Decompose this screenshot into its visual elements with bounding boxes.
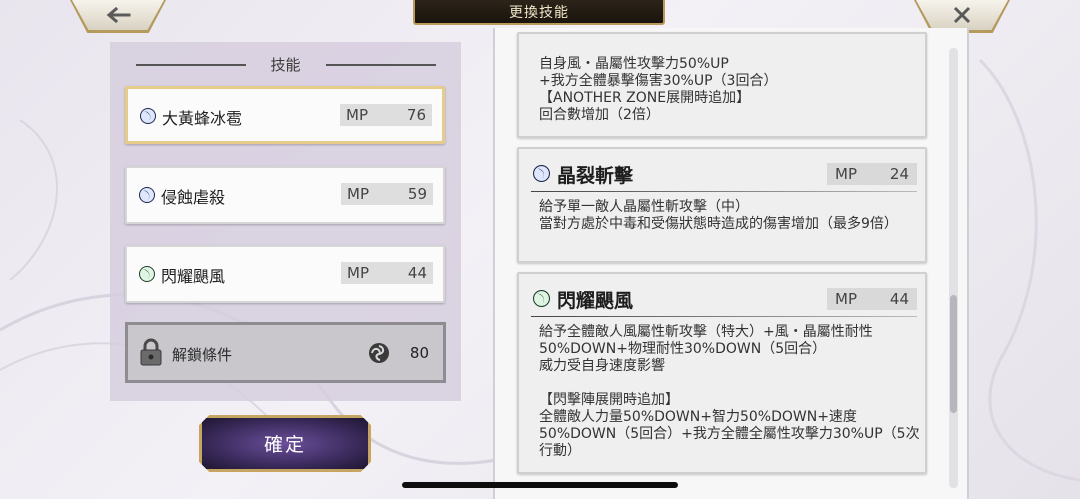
unlock-condition-label: 解鎖條件 — [172, 346, 233, 364]
close-icon — [953, 6, 971, 24]
scrollbar-thumb[interactable] — [950, 295, 957, 413]
skills-panel-title: 技能 — [270, 56, 301, 74]
skill-slot-1[interactable]: 大黃蜂冰雹 MP 76 — [125, 86, 445, 144]
skill-detail-header: 晶裂斬擊 MP 24 — [531, 161, 917, 187]
skill-description: 給予全體敵人風屬性斬攻擊（特大）+風・晶屬性耐性50%DOWN+物理耐性30%D… — [539, 324, 920, 459]
page-title: 更換技能 — [413, 0, 665, 25]
divider — [531, 316, 917, 317]
swirl-icon — [369, 343, 389, 363]
mp-badge: MP 76 — [340, 104, 432, 126]
mp-value: 44 — [889, 290, 909, 308]
skill-slot-2[interactable]: 侵蝕虐殺 MP 59 — [125, 166, 445, 224]
skill-detail-card-partial: 自身風・晶屬性攻擊力50%UP +我方全體暴擊傷害30%UP（3回合） 【ANO… — [517, 32, 927, 138]
crescent-slash-icon — [140, 108, 156, 124]
mp-badge: MP 44 — [341, 262, 433, 284]
mp-label: MP — [835, 290, 857, 308]
locked-skill-slot[interactable]: 解鎖條件 80 — [125, 322, 446, 383]
skill-description: 自身風・晶屬性攻擊力50%UP +我方全體暴擊傷害30%UP（3回合） 【ANO… — [539, 56, 778, 123]
mp-badge: MP 24 — [827, 163, 917, 185]
mp-label: MP — [347, 264, 369, 282]
wind-slash-icon — [533, 290, 550, 307]
mp-badge: MP 44 — [827, 288, 917, 310]
back-arrow-icon — [106, 7, 131, 23]
mp-label: MP — [347, 185, 369, 203]
confirm-button[interactable]: 確定 — [199, 415, 371, 472]
unlock-cost: 80 — [409, 344, 429, 362]
mp-value: 24 — [889, 165, 909, 183]
page-title-text: 更換技能 — [509, 4, 569, 21]
home-indicator[interactable] — [402, 482, 678, 488]
confirm-label: 確定 — [263, 434, 306, 456]
skill-detail-header: 閃耀颶風 MP 44 — [531, 286, 917, 312]
mp-badge: MP 59 — [341, 183, 433, 205]
skill-detail-name: 晶裂斬擊 — [557, 165, 634, 187]
mp-label: MP — [346, 106, 368, 124]
skill-detail-name: 閃耀颶風 — [557, 290, 634, 312]
mp-value: 76 — [406, 106, 426, 124]
skill-name: 侵蝕虐殺 — [161, 188, 226, 207]
crescent-slash-icon — [533, 165, 550, 182]
mp-label: MP — [835, 165, 857, 183]
mp-value: 59 — [407, 185, 427, 203]
divider — [531, 191, 917, 192]
crescent-slash-icon — [139, 187, 155, 203]
skill-description: 給予單一敵人晶屬性斬攻擊（中） 當對方處於中毒和受傷狀態時造成的傷害增加（最多9… — [539, 199, 898, 232]
mp-value: 44 — [407, 264, 427, 282]
skill-detail-card: 晶裂斬擊 MP 24 給予單一敵人晶屬性斬攻擊（中） 當對方處於中毒和受傷狀態時… — [517, 147, 927, 263]
skill-name: 閃耀颶風 — [161, 267, 226, 286]
skill-name: 大黃蜂冰雹 — [162, 109, 243, 128]
skills-panel-header: 技能 — [110, 54, 461, 78]
wind-slash-icon — [139, 266, 155, 282]
skill-slot-3[interactable]: 閃耀颶風 MP 44 — [125, 245, 445, 303]
skill-detail-card: 閃耀颶風 MP 44 給予全體敵人風屬性斬攻擊（特大）+風・晶屬性耐性50%DO… — [517, 272, 927, 474]
scrollbar-track[interactable] — [949, 48, 958, 488]
lock-icon — [140, 338, 162, 366]
